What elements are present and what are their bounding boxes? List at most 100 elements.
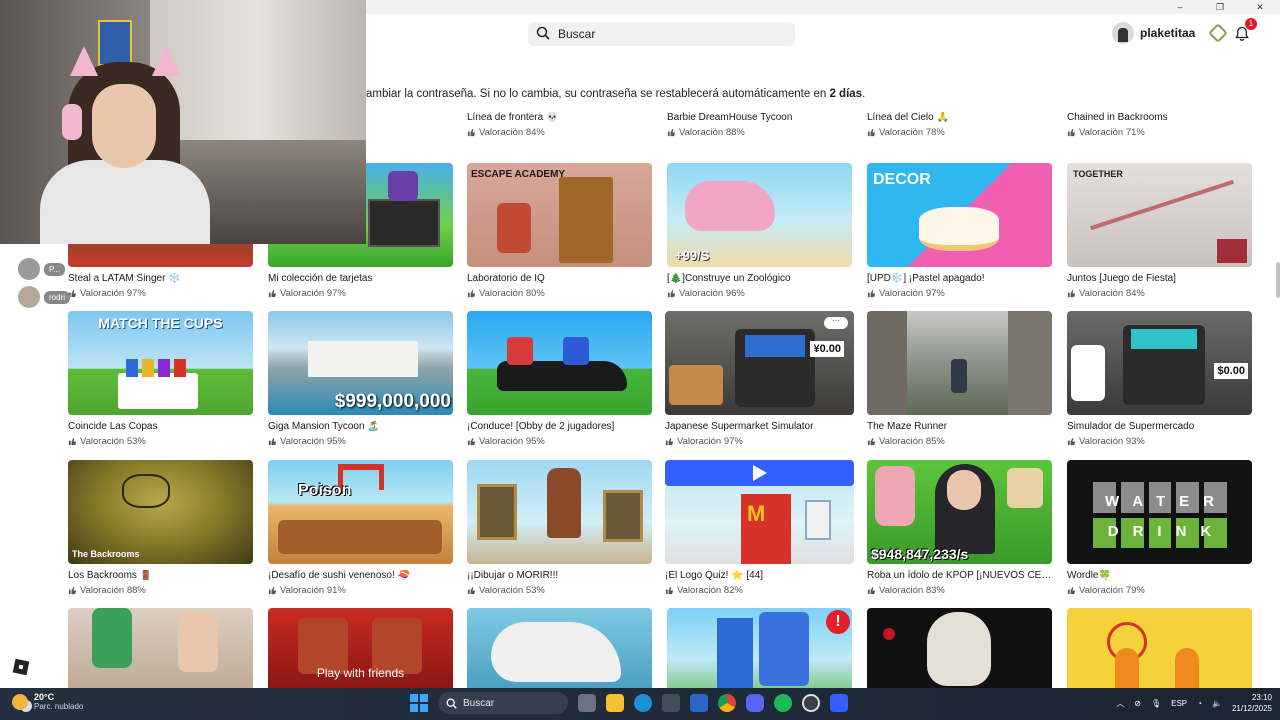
game-title[interactable]: ¡El Logo Quiz! ⭐ [44] <box>665 570 850 582</box>
game-title[interactable]: The Maze Runner <box>867 421 1052 433</box>
roblox-app-icon[interactable] <box>830 694 848 712</box>
game-card[interactable]: DECOR [UPD❄️] ¡Pastel apagado! Valoració… <box>867 163 1052 299</box>
game-title[interactable]: [UPD❄️] ¡Pastel apagado! <box>867 273 1052 285</box>
game-card[interactable]: Línea de frontera 💀 Valoración 84% <box>467 108 652 138</box>
game-card[interactable] <box>467 608 652 688</box>
game-thumbnail[interactable]: ESCAPE ACADEMY <box>467 163 652 267</box>
game-title[interactable]: Línea del Cielo 🙏 <box>867 112 1052 124</box>
game-card[interactable]: Play with friends <box>268 608 453 688</box>
volume-icon[interactable]: 🔈 <box>1212 699 1222 708</box>
game-thumbnail[interactable]: MATCH THE CUPS <box>68 311 253 415</box>
game-card[interactable]: Poison ¡Desafío de sushi venenoso! 🍣 Val… <box>268 460 453 596</box>
game-card[interactable]: $0.00 Simulador de Supermercado Valoraci… <box>1067 311 1252 447</box>
robux-icon[interactable] <box>1208 23 1229 43</box>
store-icon[interactable] <box>662 694 680 712</box>
game-title[interactable]: Los Backrooms 🚪 <box>68 570 253 582</box>
game-thumbnail[interactable]: M <box>665 460 854 564</box>
task-view-icon[interactable] <box>578 694 596 712</box>
play-button[interactable] <box>665 460 854 486</box>
game-title[interactable]: [🎄]Construye un Zoológico <box>667 273 852 285</box>
game-thumbnail[interactable]: $999,000,000 <box>268 311 453 415</box>
game-title[interactable]: Chained in Backrooms <box>1067 112 1252 124</box>
game-card[interactable]: MATCH THE CUPS Coincide Las Copas Valora… <box>68 311 253 447</box>
user-menu[interactable]: plaketitaa <box>1112 22 1229 44</box>
file-explorer-icon[interactable] <box>606 694 624 712</box>
game-thumbnail[interactable] <box>1067 608 1252 688</box>
game-card[interactable]: ESCAPE ACADEMY Laboratorio de IQ Valorac… <box>467 163 652 299</box>
game-title[interactable]: Coincide Las Copas <box>68 421 253 433</box>
game-card[interactable]: WATER DRINK Wordle🍀 Valoración 79% <box>1067 460 1252 596</box>
game-thumbnail[interactable]: TOGETHER <box>1067 163 1252 267</box>
game-card[interactable]: ¡¡Dibujar o MORIR!!! Valoración 53% <box>467 460 652 596</box>
game-thumbnail[interactable]: The Backrooms <box>68 460 253 564</box>
windows-start-icon[interactable] <box>410 694 428 712</box>
game-thumbnail[interactable] <box>467 311 652 415</box>
game-card[interactable]: ¥0.00 ··· Japanese Supermarket Simulator… <box>665 311 854 447</box>
game-card[interactable]: Barbie DreamHouse Tycoon Valoración 88% <box>667 108 852 138</box>
spotify-icon[interactable] <box>774 694 792 712</box>
game-thumbnail[interactable]: ! <box>667 608 852 688</box>
game-title[interactable]: Japanese Supermarket Simulator <box>665 421 850 433</box>
game-title[interactable]: Giga Mansion Tycoon 🏝️ <box>268 421 453 433</box>
username[interactable]: plaketitaa <box>1140 26 1195 40</box>
game-card[interactable] <box>1067 608 1252 688</box>
search-input[interactable]: Buscar <box>528 22 795 46</box>
network-icon[interactable]: ⊘ <box>1134 699 1141 708</box>
game-title[interactable]: ¡¡Dibujar o MORIR!!! <box>467 570 652 582</box>
microphone-icon[interactable]: 🎙 <box>1151 699 1161 708</box>
obs-icon[interactable] <box>802 694 820 712</box>
close-button[interactable]: ✕ <box>1240 0 1280 14</box>
game-title[interactable]: Laboratorio de IQ <box>467 273 652 285</box>
mail-icon[interactable] <box>690 694 708 712</box>
game-card[interactable]: Chained in Backrooms Valoración 71% <box>1067 108 1252 138</box>
game-card[interactable]: The Maze Runner Valoración 85% <box>867 311 1052 447</box>
game-thumbnail[interactable]: +99/S <box>667 163 852 267</box>
clock[interactable]: 23:10 21/12/2025 <box>1232 692 1272 714</box>
game-card[interactable]: ! <box>667 608 852 688</box>
minimize-button[interactable]: – <box>1160 0 1200 14</box>
game-thumbnail[interactable]: DECOR <box>867 163 1052 267</box>
game-card[interactable]: $999,000,000 Giga Mansion Tycoon 🏝️ Valo… <box>268 311 453 447</box>
weather-widget[interactable]: 20°C Parc. nublado <box>12 692 83 711</box>
chrome-icon[interactable] <box>718 694 736 712</box>
game-card[interactable]: M ¡El Logo Quiz! ⭐ [44] Valoración 82% <box>665 460 854 596</box>
more-options-icon[interactable]: ··· <box>824 317 848 329</box>
game-thumbnail[interactable] <box>467 460 652 564</box>
game-card[interactable]: Línea del Cielo 🙏 Valoración 78% <box>867 108 1052 138</box>
game-thumbnail[interactable]: $0.00 <box>1067 311 1252 415</box>
game-thumbnail[interactable] <box>867 608 1052 688</box>
game-title[interactable]: Wordle🍀 <box>1067 570 1252 582</box>
game-thumbnail[interactable] <box>68 608 253 688</box>
game-thumbnail[interactable]: $948,847,233/s <box>867 460 1052 564</box>
game-title[interactable]: Línea de frontera 💀 <box>467 112 652 124</box>
avatar[interactable] <box>1112 22 1134 44</box>
game-card[interactable]: The Backrooms Los Backrooms 🚪 Valoración… <box>68 460 253 596</box>
game-card[interactable] <box>867 608 1052 688</box>
game-card[interactable]: +99/S [🎄]Construye un Zoológico Valoraci… <box>667 163 852 299</box>
game-card[interactable] <box>68 608 253 688</box>
game-card[interactable]: $948,847,233/s Roba un ídolo de KPOP [¡N… <box>867 460 1052 596</box>
game-thumbnail[interactable]: WATER DRINK <box>1067 460 1252 564</box>
discord-icon[interactable] <box>746 694 764 712</box>
edge-icon[interactable] <box>634 694 652 712</box>
game-title[interactable]: ¡Desafío de sushi venenoso! 🍣 <box>268 570 453 582</box>
roblox-logo-icon[interactable] <box>12 658 30 676</box>
restore-button[interactable]: ❐ <box>1200 0 1240 14</box>
game-card[interactable]: TOGETHER Juntos [Juego de Fiesta] Valora… <box>1067 163 1252 299</box>
game-thumbnail[interactable] <box>467 608 652 688</box>
language-indicator[interactable]: ESP <box>1171 699 1187 708</box>
game-thumbnail[interactable]: ¥0.00 ··· <box>665 311 854 415</box>
scrollbar[interactable] <box>1276 262 1280 298</box>
game-thumbnail[interactable] <box>867 311 1052 415</box>
game-title[interactable]: Roba un ídolo de KPOP [¡NUEVOS CELE... <box>867 570 1052 582</box>
game-thumbnail[interactable]: Play with friends <box>268 608 453 688</box>
game-title[interactable]: Juntos [Juego de Fiesta] <box>1067 273 1252 285</box>
taskbar-search[interactable]: Buscar <box>438 692 568 714</box>
chevron-up-icon[interactable]: ︿ <box>1116 698 1124 709</box>
game-title[interactable]: Steal a LATAM Singer ❄️ <box>68 273 253 285</box>
wifi-icon[interactable]: ◔ <box>1197 699 1202 708</box>
game-title[interactable]: Barbie DreamHouse Tycoon <box>667 112 852 124</box>
game-card[interactable]: ¡Conduce! [Obby de 2 jugadores] Valoraci… <box>467 311 652 447</box>
game-title[interactable]: ¡Conduce! [Obby de 2 jugadores] <box>467 421 652 433</box>
game-thumbnail[interactable]: Poison <box>268 460 453 564</box>
